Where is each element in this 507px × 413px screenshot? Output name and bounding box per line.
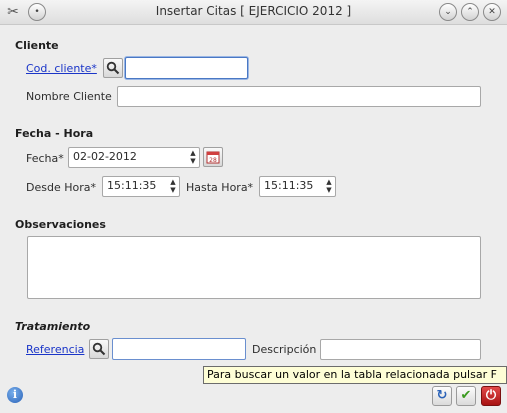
refresh-icon: ↻: [436, 388, 448, 403]
descripcion-input[interactable]: [320, 339, 481, 360]
search-cliente-button[interactable]: [103, 58, 123, 78]
fecha-label: Fecha*: [26, 152, 64, 165]
fecha-spinner[interactable]: 02-02-2012 ▲ ▼: [68, 147, 200, 168]
fecha-value: 02-02-2012: [73, 150, 137, 163]
maximize-icon[interactable]: ⌃: [461, 3, 479, 21]
nombre-cliente-input[interactable]: [117, 86, 481, 107]
descripcion-label: Descripción: [252, 343, 317, 356]
hasta-hora-spinner[interactable]: 15:11:35 ▲ ▼: [259, 176, 336, 197]
minimize-icon[interactable]: ⌄: [439, 3, 457, 21]
cod-cliente-link[interactable]: Cod. cliente*: [26, 62, 97, 75]
power-icon: ⏻: [485, 388, 497, 403]
desde-hora-label: Desde Hora*: [26, 181, 96, 194]
hasta-hora-value: 15:11:35: [264, 179, 314, 192]
calendar-button[interactable]: 28: [203, 147, 223, 167]
refresh-button[interactable]: ↻: [432, 386, 452, 406]
search-referencia-button[interactable]: [89, 339, 109, 359]
hasta-hora-label: Hasta Hora*: [186, 181, 254, 194]
svg-text:28: 28: [209, 157, 217, 164]
calendar-icon: 28: [206, 151, 220, 164]
section-fecha-hora: Fecha - Hora: [15, 127, 94, 140]
cod-cliente-input[interactable]: [125, 57, 248, 79]
section-observaciones: Observaciones: [15, 218, 106, 231]
observaciones-textarea[interactable]: [27, 236, 481, 299]
window-title: Insertar Citas [ EJERCICIO 2012 ]: [155, 4, 352, 18]
cancel-button[interactable]: ⏻: [481, 386, 501, 406]
search-icon: [92, 342, 106, 356]
title-bar: ✂ • Insertar Citas [ EJERCICIO 2012 ] ⌄ …: [0, 0, 507, 25]
tooltip: Para buscar un valor en la tabla relacio…: [203, 366, 507, 384]
accept-button[interactable]: ✔: [456, 386, 476, 406]
spin-arrows-icon[interactable]: ▲ ▼: [189, 149, 197, 165]
close-icon[interactable]: ✕: [483, 3, 501, 21]
referencia-input[interactable]: [112, 338, 246, 360]
info-icon[interactable]: i: [7, 387, 23, 403]
spin-arrows-icon[interactable]: ▲ ▼: [325, 178, 333, 194]
nombre-cliente-label: Nombre Cliente: [26, 90, 112, 103]
desde-hora-value: 15:11:35: [107, 179, 157, 192]
referencia-link[interactable]: Referencia: [26, 343, 84, 356]
checkmark-icon: ✔: [460, 388, 472, 403]
section-tratamiento: Tratamiento: [15, 320, 91, 333]
search-icon: [106, 61, 120, 75]
spin-arrows-icon[interactable]: ▲ ▼: [169, 178, 177, 194]
section-cliente: Cliente: [15, 39, 59, 52]
desde-hora-spinner[interactable]: 15:11:35 ▲ ▼: [102, 176, 180, 197]
